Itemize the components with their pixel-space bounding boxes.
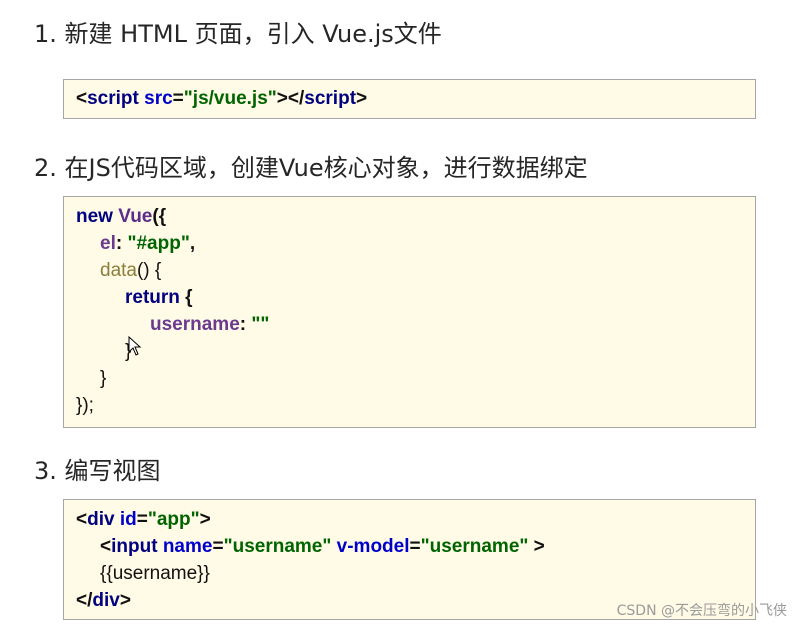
- code-block-script-include: <script src="js/vue.js"></script>: [63, 79, 756, 119]
- code-token: script: [304, 88, 357, 109]
- code-token: {{username}}: [100, 563, 210, 584]
- code-token: =: [212, 536, 224, 557]
- step-3-heading: 3. 编写视图: [34, 457, 161, 485]
- code-token: :: [239, 314, 252, 335]
- code-token: ,: [189, 233, 196, 254]
- code-token: });: [76, 395, 94, 416]
- code-token: >: [528, 536, 545, 557]
- code-token: div: [87, 509, 115, 530]
- code-token: >: [119, 590, 131, 611]
- code-token: username: [150, 314, 240, 335]
- code-token: "js/vue.js": [183, 88, 277, 109]
- code-token: div: [92, 590, 120, 611]
- code-token: =: [136, 509, 148, 530]
- code-token: return: [125, 287, 180, 308]
- code-line: data() {: [100, 260, 161, 282]
- code-token: >: [199, 509, 211, 530]
- code-token: =: [172, 88, 184, 109]
- code-token: name: [157, 536, 213, 557]
- code-token: ({: [152, 206, 167, 227]
- code-line: new Vue({: [76, 206, 166, 228]
- code-token: Vue: [112, 206, 153, 227]
- code-token: }: [100, 368, 107, 389]
- code-token: () {: [136, 260, 162, 281]
- code-token: new: [76, 206, 113, 227]
- code-token: input: [111, 536, 158, 557]
- code-line: username: "": [150, 314, 269, 336]
- code-token: {: [179, 287, 193, 308]
- code-token: :: [115, 233, 128, 254]
- code-line: </div>: [76, 590, 131, 612]
- code-line: {{username}}: [100, 563, 210, 585]
- code-token: src: [138, 88, 173, 109]
- code-token: v-model: [331, 536, 410, 557]
- code-token: =: [409, 536, 421, 557]
- code-token: ></: [276, 88, 305, 109]
- code-token: script: [87, 88, 139, 109]
- csdn-watermark: CSDN @不会压弯的小飞侠: [616, 603, 787, 619]
- code-token: "username": [420, 536, 529, 557]
- code-token: <: [76, 509, 88, 530]
- code-line: return {: [125, 287, 193, 309]
- code-line: });: [76, 395, 94, 417]
- code-token: </: [76, 590, 93, 611]
- code-token: "app": [147, 509, 200, 530]
- code-token: id: [114, 509, 137, 530]
- code-token: data: [100, 260, 137, 281]
- code-line: <script src="js/vue.js"></script>: [76, 88, 367, 110]
- step-2-heading: 2. 在JS代码区域，创建Vue核心对象，进行数据绑定: [34, 154, 588, 182]
- code-token: "#app": [127, 233, 190, 254]
- code-token: "username": [223, 536, 332, 557]
- code-block-vue-instance: new Vue({ el: "#app", data() { return { …: [63, 196, 756, 428]
- step-1-heading: 1. 新建 HTML 页面，引入 Vue.js文件: [34, 20, 442, 48]
- code-token: <: [100, 536, 112, 557]
- mouse-pointer-icon: [128, 336, 142, 356]
- code-line: el: "#app",: [100, 233, 195, 255]
- code-line: <div id="app">: [76, 509, 211, 531]
- code-token: >: [356, 88, 368, 109]
- code-token: <: [76, 88, 88, 109]
- code-line: }: [100, 368, 106, 390]
- code-line: <input name="username" v-model="username…: [100, 536, 545, 558]
- code-token: el: [100, 233, 116, 254]
- code-token: "": [251, 314, 270, 335]
